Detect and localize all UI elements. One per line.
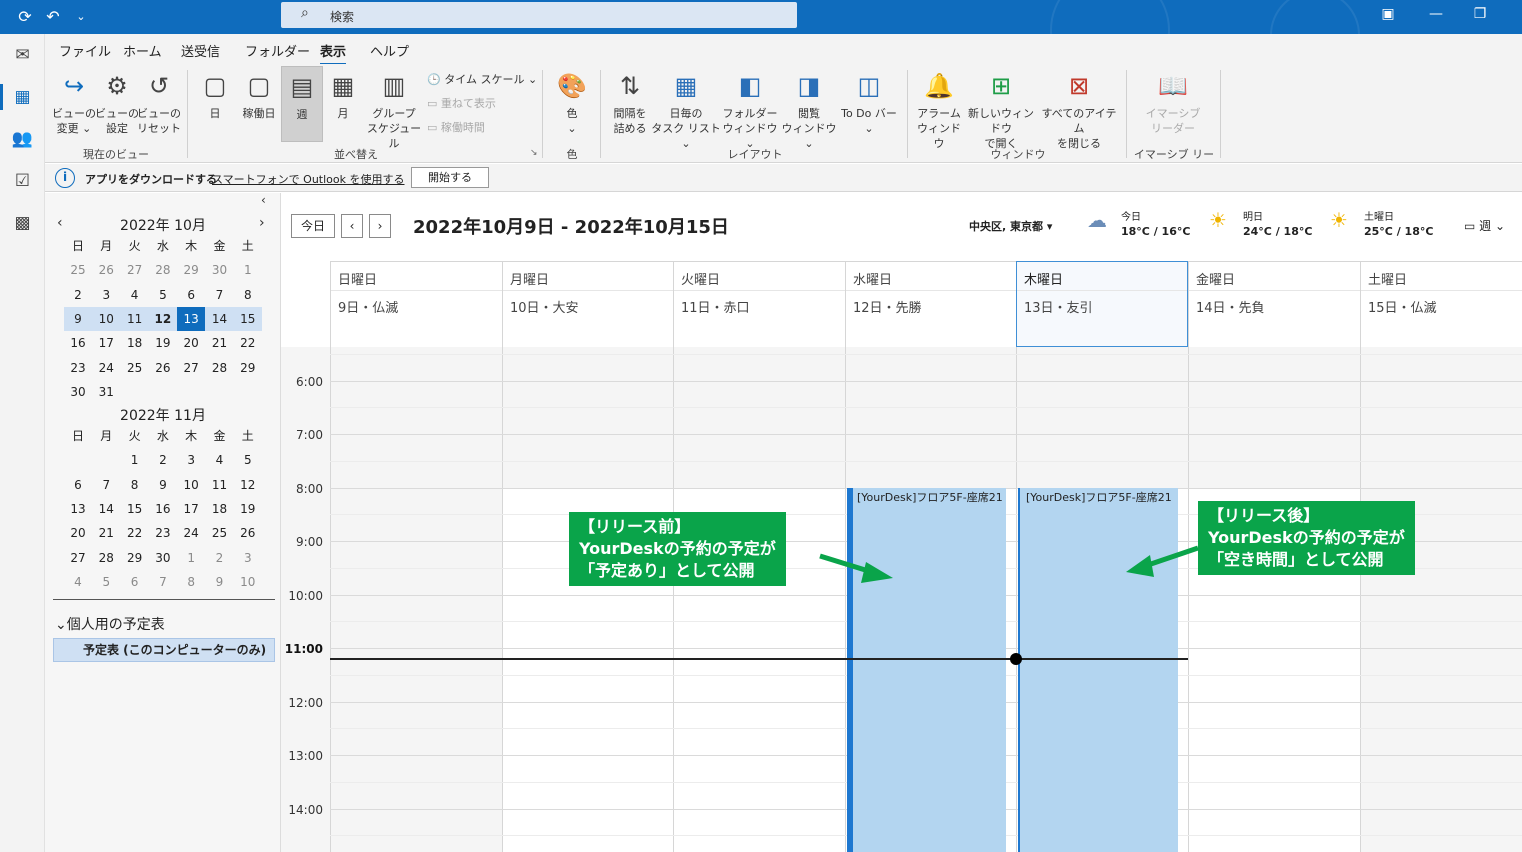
arrow-after-head — [1126, 555, 1154, 577]
arrow-after — [1144, 545, 1199, 569]
arrow-before-head — [861, 562, 893, 583]
callout-arrows — [819, 545, 1199, 583]
